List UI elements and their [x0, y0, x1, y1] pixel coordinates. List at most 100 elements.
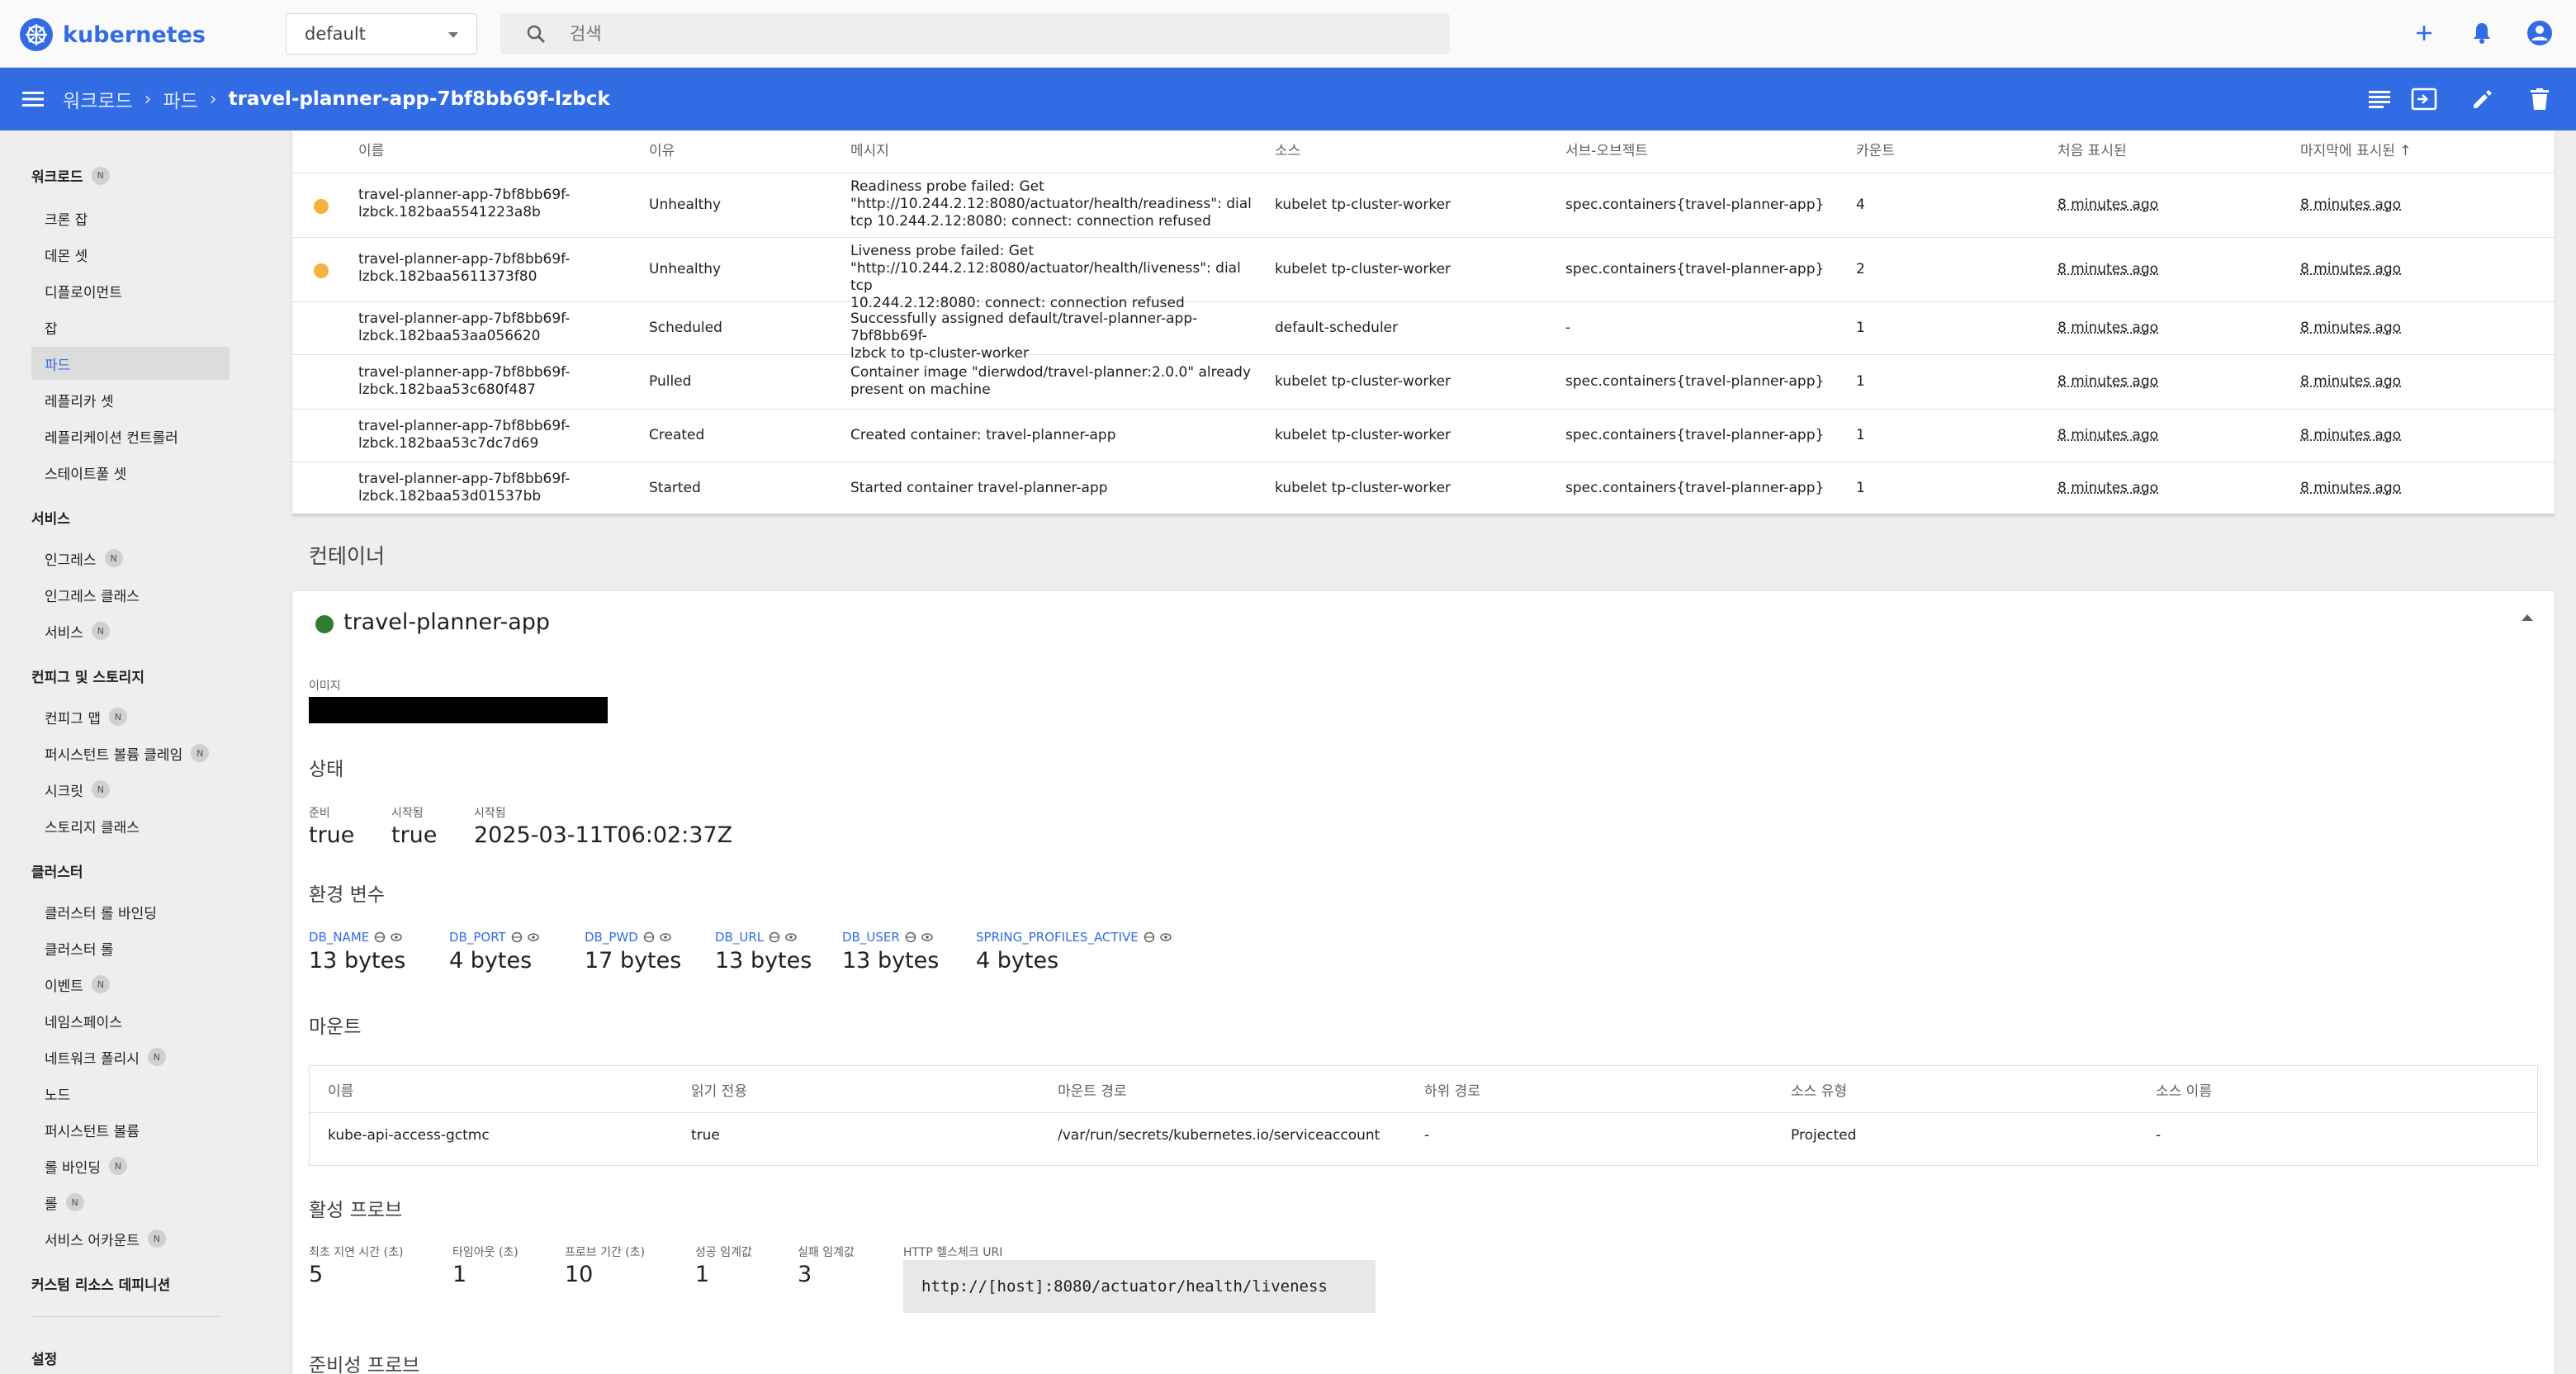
first-seen-cell[interactable]: 8 minutes ago — [2057, 261, 2158, 278]
last-seen-cell[interactable]: 8 minutes ago — [2300, 480, 2401, 497]
eye-icon[interactable] — [391, 931, 402, 943]
sidebar-item-persistent-volumes[interactable]: 퍼시스턴트 볼륨 — [31, 1113, 230, 1146]
event-name-line: travel-planner-app-7bf8bb69f- — [358, 418, 571, 434]
sidebar-item-pods[interactable]: 파드 — [31, 347, 230, 380]
first-seen-cell[interactable]: 8 minutes ago — [2057, 480, 2158, 497]
last-seen-cell[interactable]: 8 minutes ago — [2300, 427, 2401, 444]
column-header-source[interactable]: 소스 — [1275, 139, 1300, 159]
env-var-key[interactable]: DB_PWD — [585, 930, 671, 945]
message-cell: Container image "dierwdod/travel-planner… — [850, 364, 1263, 399]
sidebar-item-replicasets[interactable]: 레플리카 셋 — [31, 383, 230, 416]
sidebar-item-jobs[interactable]: 잡 — [31, 310, 230, 344]
column-header-count[interactable]: 카운트 — [1856, 139, 1895, 159]
table-row[interactable]: travel-planner-app-7bf8bb69f-lzbck.182ba… — [292, 462, 2555, 515]
last-seen-cell[interactable]: 8 minutes ago — [2300, 261, 2401, 278]
eye-icon[interactable] — [527, 931, 539, 943]
sidebar-item-daemonsets[interactable]: 데몬 셋 — [31, 238, 230, 271]
bell-icon[interactable] — [2465, 17, 2498, 50]
sidebar-item-storage-classes[interactable]: 스토리지 클래스 — [31, 809, 230, 842]
kubernetes-logo[interactable]: kubernetes — [20, 17, 206, 53]
table-row[interactable]: travel-planner-app-7bf8bb69f-lzbck.182ba… — [292, 238, 2555, 311]
column-header-message[interactable]: 메시지 — [850, 139, 889, 159]
last-seen-cell[interactable]: 8 minutes ago — [2300, 197, 2401, 214]
sort-arrow-up-icon: ↑ — [2399, 143, 2412, 159]
search-input[interactable] — [570, 24, 1313, 44]
new-badge: N — [104, 549, 123, 567]
column-header-read-only: 읽기 전용 — [691, 1083, 747, 1100]
column-header-reason[interactable]: 이유 — [649, 139, 675, 159]
sidebar-item-service-accounts[interactable]: 서비스 어카운트 N — [31, 1222, 230, 1255]
column-header-last-seen[interactable]: 마지막에 표시된 ↑ — [2300, 139, 2412, 159]
column-header-name[interactable]: 이름 — [358, 139, 384, 159]
sidebar-category-workloads[interactable]: 워크로드 N — [31, 165, 110, 186]
env-var-key[interactable]: DB_USER — [842, 930, 933, 945]
menu-icon[interactable] — [17, 83, 50, 116]
env-var-key[interactable]: DB_NAME — [309, 930, 402, 945]
sidebar-item-deployments[interactable]: 디플로이먼트 — [31, 274, 230, 307]
new-badge: N — [65, 1193, 84, 1211]
event-name-cell: travel-planner-app-7bf8bb69f-lzbck.182ba… — [358, 310, 631, 345]
first-seen-cell[interactable]: 8 minutes ago — [2057, 320, 2158, 337]
subobject-cell: spec.containers{travel-planner-app} — [1565, 373, 1825, 390]
env-var-key[interactable]: SPRING_PROFILES_ACTIVE — [976, 930, 1172, 945]
sidebar-item-roles[interactable]: 롤N — [31, 1186, 230, 1219]
new-badge: N — [91, 166, 110, 185]
edit-icon[interactable] — [2465, 83, 2498, 116]
item-label: 롤 바인딩 — [45, 1159, 101, 1177]
last-seen-cell[interactable]: 8 minutes ago — [2300, 373, 2401, 391]
eye-icon[interactable] — [785, 931, 797, 943]
sidebar-item-services[interactable]: 서비스 N — [31, 614, 230, 647]
sidebar-category-cluster[interactable]: 클러스터 — [31, 860, 83, 881]
sidebar-item-namespaces[interactable]: 네임스페이스 — [31, 1004, 230, 1037]
exec-icon[interactable] — [2408, 83, 2441, 116]
sidebar-item-ingresses[interactable]: 인그레스 N — [31, 542, 230, 575]
sidebar-item-network-policies[interactable]: 네트워크 폴리시 N — [31, 1040, 230, 1073]
namespace-select[interactable]: default — [286, 13, 477, 54]
sidebar-item-nodes[interactable]: 노드 — [31, 1077, 230, 1110]
first-seen-cell[interactable]: 8 minutes ago — [2057, 427, 2158, 444]
failure-threshold-label: 실패 임계값 — [798, 1246, 855, 1259]
last-seen-cell[interactable]: 8 minutes ago — [2300, 320, 2401, 337]
account-icon[interactable] — [2523, 17, 2556, 50]
sidebar-item-pvcs[interactable]: 퍼시스턴트 볼륨 클레임 N — [31, 737, 230, 770]
breadcrumb-pods[interactable]: 파드 — [163, 85, 197, 113]
column-header-subobject[interactable]: 서브-오브젝트 — [1565, 139, 1648, 159]
logs-icon[interactable] — [2363, 83, 2396, 116]
env-var-key[interactable]: DB_PORT — [449, 930, 539, 945]
env-var-key[interactable]: DB_URL — [715, 930, 797, 945]
source-cell: kubelet tp-cluster-worker — [1275, 427, 1451, 443]
brand-name: kubernetes — [63, 21, 206, 48]
sidebar-item-cluster-role-bindings[interactable]: 클러스터 롤 바인딩 — [31, 895, 230, 928]
eye-icon[interactable] — [921, 931, 933, 943]
sidebar-category-crd[interactable]: 커스텀 리소스 데피니션 — [31, 1273, 170, 1294]
message-line: tcp 10.244.2.12:8080: connect: connectio… — [850, 213, 1211, 230]
table-row[interactable]: travel-planner-app-7bf8bb69f-lzbck.182ba… — [292, 302, 2555, 362]
breadcrumb-workloads[interactable]: 워크로드 — [63, 85, 133, 113]
column-header-first-seen[interactable]: 처음 표시된 — [2057, 139, 2127, 159]
sidebar-item-configmaps[interactable]: 컨피그 맵 N — [31, 700, 230, 733]
search-bar[interactable] — [500, 13, 1450, 54]
sidebar-item-ingress-classes[interactable]: 인그레스 클래스 — [31, 578, 230, 611]
sidebar-item-events[interactable]: 이벤트 N — [31, 968, 230, 1001]
sidebar-item-secrets[interactable]: 시크릿 N — [31, 773, 230, 806]
table-row[interactable]: travel-planner-app-7bf8bb69f-lzbck.182ba… — [292, 173, 2555, 238]
sidebar-item-replication-controllers[interactable]: 레플리케이션 컨트롤러 — [31, 419, 230, 452]
sidebar-category-config-storage[interactable]: 컨피그 및 스토리지 — [31, 666, 144, 686]
collapse-icon[interactable] — [2522, 614, 2533, 621]
first-seen-cell[interactable]: 8 minutes ago — [2057, 373, 2158, 391]
reason-cell: Created — [649, 427, 705, 443]
sidebar-settings[interactable]: 설정 — [31, 1348, 57, 1368]
first-seen-cell[interactable]: 8 minutes ago — [2057, 197, 2158, 214]
sidebar-item-cluster-roles[interactable]: 클러스터 롤 — [31, 931, 230, 964]
table-row[interactable]: travel-planner-app-7bf8bb69f-lzbck.182ba… — [292, 355, 2555, 410]
eye-icon[interactable] — [660, 931, 671, 943]
sidebar-item-role-bindings[interactable]: 롤 바인딩 N — [31, 1149, 230, 1182]
reason-cell: Unhealthy — [649, 261, 722, 277]
sidebar-category-service[interactable]: 서비스 — [31, 507, 70, 528]
sidebar-item-cronjobs[interactable]: 크론 잡 — [31, 201, 230, 235]
delete-icon[interactable] — [2523, 83, 2556, 116]
sidebar-item-statefulsets[interactable]: 스테이트풀 셋 — [31, 456, 230, 489]
eye-icon[interactable] — [1160, 931, 1172, 943]
plus-icon[interactable] — [2408, 17, 2441, 50]
table-row[interactable]: travel-planner-app-7bf8bb69f-lzbck.182ba… — [292, 410, 2555, 462]
